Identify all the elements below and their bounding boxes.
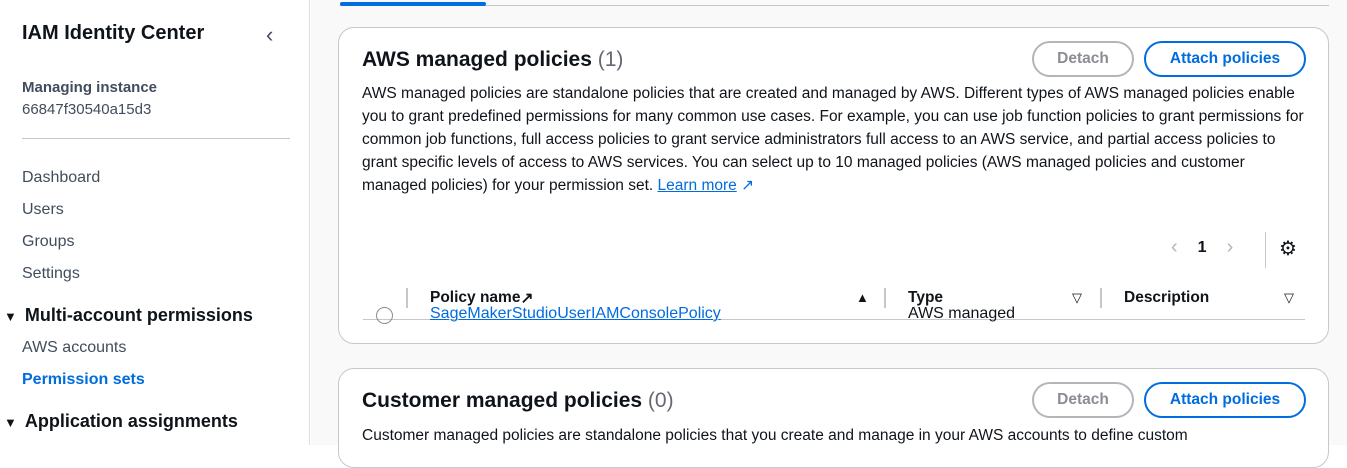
section-label: Application assignments [24,411,238,431]
nav-settings[interactable]: Settings [22,265,80,283]
nav-groups[interactable]: Groups [22,233,74,251]
nav-aws-accounts[interactable]: AWS accounts [22,339,126,357]
section-multi-account[interactable]: ▼ Multi-account permissions [0,305,253,326]
divider [22,138,290,139]
page-number[interactable]: 1 [1198,239,1207,257]
instance-id: 66847f30540a15d3 [22,101,152,118]
policy-type: AWS managed [908,305,1016,322]
panel-description: Customer managed policies are standalone… [362,427,1188,444]
pagination: ‹ 1 › [1171,236,1233,259]
nav-permission-sets[interactable]: Permission sets [22,371,145,389]
chevron-left-icon[interactable]: ‹ [266,22,273,48]
row-radio[interactable] [376,307,393,324]
sort-icon[interactable]: ▽ [1284,290,1294,306]
tab-divider [340,5,1329,6]
attach-policies-button[interactable]: Attach policies [1144,41,1306,77]
column-header-description[interactable]: Description [1124,286,1209,310]
sort-ascending-icon[interactable]: ▲ [856,290,869,305]
sidebar: IAM Identity Center ‹ Managing instance … [0,0,310,445]
sort-icon[interactable]: ▽ [1072,290,1082,306]
nav-users[interactable]: Users [22,201,64,219]
caret-down-icon: ▼ [4,415,17,430]
external-link-icon: ↗ [736,177,755,194]
attach-policies-button[interactable]: Attach policies [1144,382,1306,418]
gear-icon[interactable]: ⚙ [1279,236,1297,261]
panel-title: Customer managed policies (0) [362,389,674,412]
chevron-right-icon[interactable]: › [1227,236,1234,259]
aws-managed-policies-panel: AWS managed policies (1) Detach Attach p… [338,27,1329,344]
policy-name-link[interactable]: SageMakerStudioUserIAMConsolePolicy [430,305,721,322]
detach-button[interactable]: Detach [1032,382,1134,418]
panel-description: AWS managed policies are standalone poli… [362,85,1304,194]
detach-button[interactable]: Detach [1032,41,1134,77]
section-label: Multi-account permissions [24,305,253,325]
nav-dashboard[interactable]: Dashboard [22,169,100,187]
column-separator [1100,288,1102,308]
column-separator [406,288,408,308]
active-tab-indicator [340,2,486,6]
caret-down-icon: ▼ [4,309,17,324]
panel-title: AWS managed policies (1) [362,48,624,71]
divider [1265,232,1266,268]
customer-managed-policies-panel: Customer managed policies (0) Detach Att… [338,368,1329,468]
column-separator [884,288,886,308]
instance-label: Managing instance [22,79,158,96]
sidebar-title: IAM Identity Center [22,22,205,44]
section-application-assignments[interactable]: ▼ Application assignments [0,411,238,432]
chevron-left-icon[interactable]: ‹ [1171,236,1178,259]
learn-more-link[interactable]: Learn more [658,177,737,194]
